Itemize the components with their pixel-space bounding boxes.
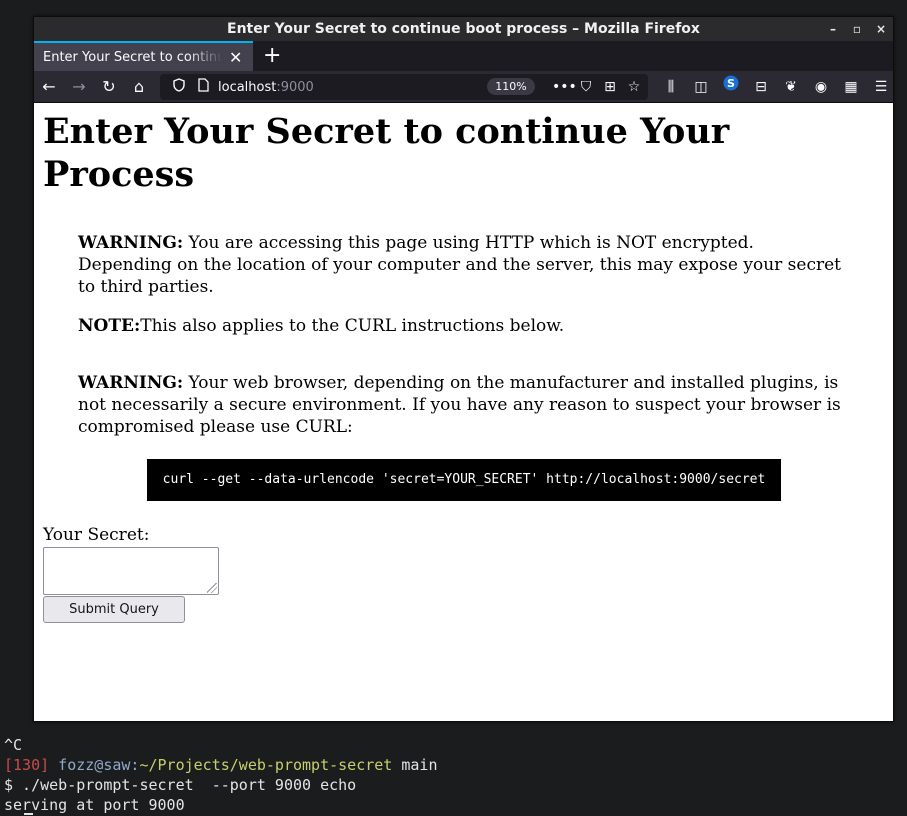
prompt-path: ~/Projects/web-prompt-secret <box>139 756 393 774</box>
tab-label: Enter Your Secret to continue boot proce… <box>43 49 223 65</box>
url-bar[interactable]: localhost:9000 110% ••• ⛉ ⊞ ☆ <box>160 74 648 100</box>
navigation-toolbar: ← → ↻ ⌂ localhost:9000 110% ••• ⛉ ⊞ ☆ ⫼ … <box>34 71 893 103</box>
terminal-output-line: serving at port 9000 <box>4 796 185 814</box>
reload-icon[interactable]: ↻ <box>94 77 124 96</box>
zoom-level-badge[interactable]: 110% <box>487 78 535 95</box>
maximize-button[interactable]: ▫ <box>851 20 863 38</box>
terminal-line: ^C <box>4 736 23 754</box>
secret-label: Your Secret: <box>43 525 150 545</box>
account-icon[interactable]: ◉ <box>806 75 836 99</box>
prompt-branch: main <box>392 756 438 774</box>
warning-label: WARNING: <box>78 373 184 393</box>
note-label: NOTE: <box>78 316 141 336</box>
tab-bar: Enter Your Secret to continue boot proce… <box>34 41 893 71</box>
url-port: :9000 <box>276 79 314 95</box>
extension-s-icon[interactable]: S <box>716 75 746 99</box>
forward-icon[interactable]: → <box>64 77 94 96</box>
back-icon[interactable]: ← <box>34 77 64 96</box>
library-icon[interactable]: ⫼ <box>656 75 686 99</box>
window-controls: – ▫ × <box>827 20 887 38</box>
page-actions: ••• ⛉ ⊞ ☆ <box>552 77 644 97</box>
window-title: Enter Your Secret to continue boot proce… <box>227 21 700 37</box>
extension-container-icon[interactable]: ⊟ <box>746 75 776 99</box>
close-window-button[interactable]: × <box>875 20 887 38</box>
window-titlebar[interactable]: Enter Your Secret to continue boot proce… <box>34 17 893 41</box>
warning-label: WARNING: <box>78 233 184 253</box>
http-warning: WARNING: You are accessing this page usi… <box>78 232 853 298</box>
page-content: Enter Your Secret to continue Your Proce… <box>34 103 893 721</box>
page-actions-menu-icon[interactable]: ••• <box>552 77 577 97</box>
curl-note: NOTE:This also applies to the CURL instr… <box>78 315 853 337</box>
terminal-command-line: $ ./web-prompt-secret --port 9000 echo <box>4 776 357 794</box>
warning-text: You are accessing this page using HTTP w… <box>78 233 841 297</box>
bookmark-star-icon[interactable]: ☆ <box>624 77 644 97</box>
home-icon[interactable]: ⌂ <box>124 77 154 96</box>
firefox-window: Enter Your Secret to continue boot proce… <box>33 16 894 722</box>
page-info-icon[interactable] <box>196 78 210 96</box>
note-text: This also applies to the CURL instructio… <box>140 316 565 336</box>
tab-active[interactable]: Enter Your Secret to continue boot proce… <box>34 41 253 71</box>
minimize-button[interactable]: – <box>827 20 839 38</box>
terminal-output: ^C [130] fozz@saw:~/Projects/web-prompt-… <box>4 735 438 815</box>
browser-warning: WARNING: Your web browser, depending on … <box>78 372 853 438</box>
screenshot-icon[interactable]: ⊞ <box>600 77 620 97</box>
sidebar-icon[interactable]: ◫ <box>686 75 716 99</box>
prompt-user-host: fozz@saw: <box>49 756 140 774</box>
tab-close-icon[interactable]: ✕ <box>229 48 242 67</box>
terminal-prompt-line: [130] fozz@saw:~/Projects/web-prompt-sec… <box>4 755 438 775</box>
submit-button[interactable]: Submit Query <box>43 596 185 623</box>
url-host: localhost <box>218 79 277 95</box>
terminal-cursor <box>24 813 33 815</box>
new-tab-button[interactable]: + <box>263 43 281 69</box>
hamburger-menu-icon[interactable]: ☰ <box>866 75 893 99</box>
page-title: Enter Your Secret to continue Your Proce… <box>43 111 730 195</box>
exit-code: [130] <box>4 756 50 774</box>
toolbar-extensions: ⫼ ◫ S ⊟ ❦ ◉ ▦ ☰ <box>656 75 893 99</box>
resize-grip-icon[interactable] <box>207 583 217 593</box>
extension-paw-icon[interactable]: ❦ <box>776 75 806 99</box>
secret-textarea[interactable] <box>43 547 219 595</box>
svg-text:S: S <box>727 77 735 90</box>
url-text[interactable]: localhost:9000 <box>218 80 314 95</box>
extensions-grid-icon[interactable]: ▦ <box>836 75 866 99</box>
tracking-shield-icon[interactable] <box>170 78 188 96</box>
warning-text: Your web browser, depending on the manuf… <box>78 373 841 437</box>
curl-command-block: curl --get --data-urlencode 'secret=YOUR… <box>147 459 781 501</box>
pocket-icon[interactable]: ⛉ <box>576 77 596 97</box>
